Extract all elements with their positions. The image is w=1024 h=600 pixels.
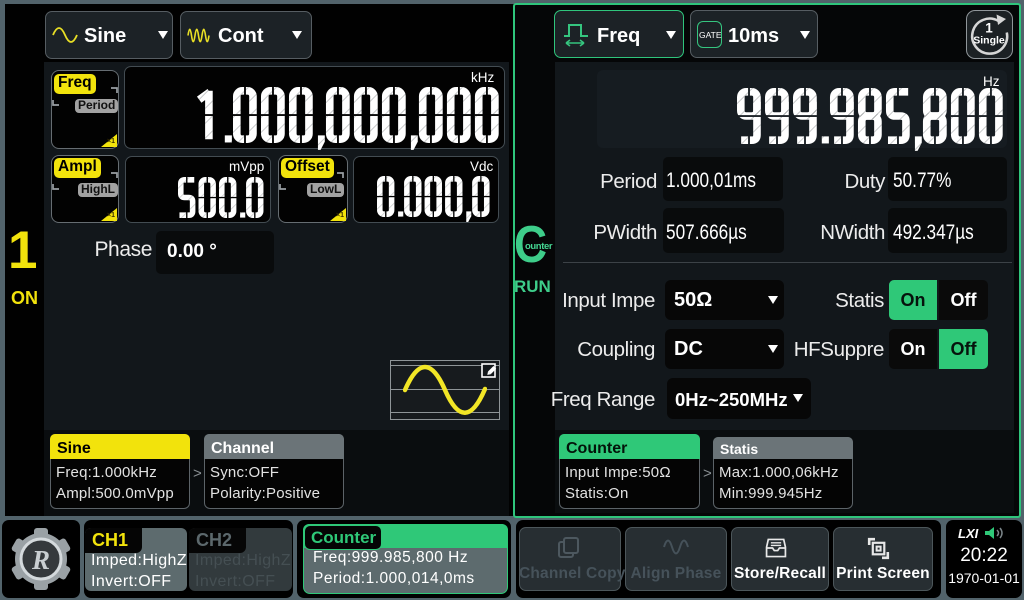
svg-text:R: R [31, 545, 50, 575]
svg-text:1: 1 [985, 21, 993, 36]
svg-text:Single: Single [973, 35, 1005, 47]
